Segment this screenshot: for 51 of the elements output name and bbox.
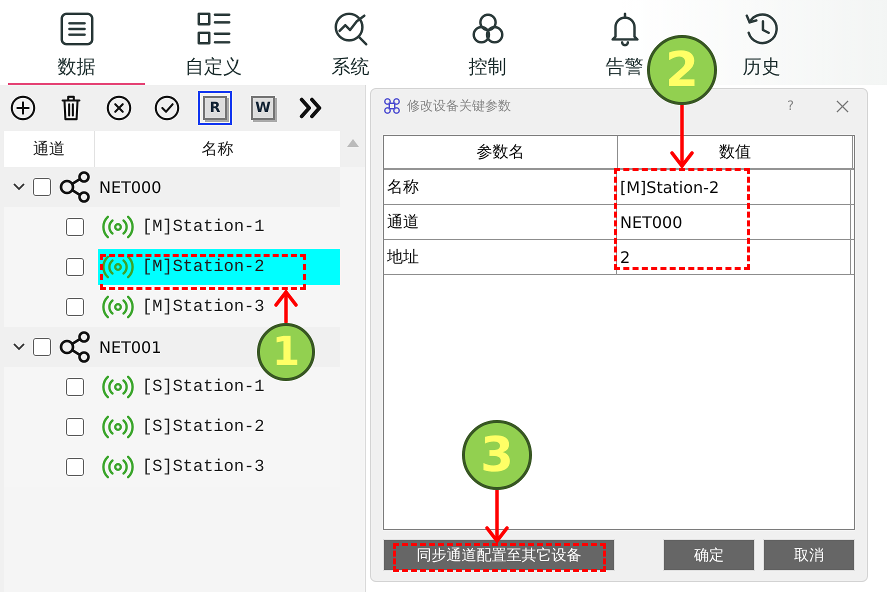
- close-icon[interactable]: [836, 100, 849, 112]
- nav-tab[interactable]: 控制: [468, 0, 506, 85]
- nav-tab[interactable]: 系统: [332, 0, 370, 85]
- toolbar-button[interactable]: W: [246, 91, 280, 125]
- callout-arrow: [485, 488, 509, 544]
- table-cell: 名称: [384, 170, 617, 204]
- window-title: 修改设备关键参数: [407, 98, 512, 115]
- device-item[interactable]: [M]Station-1: [98, 209, 340, 245]
- checkbox[interactable]: [66, 298, 84, 316]
- channel-name[interactable]: NET000: [99, 178, 162, 196]
- device-item[interactable]: [S]Station-3: [98, 449, 340, 485]
- caret-icon[interactable]: [13, 343, 25, 351]
- callout-arrow: [670, 103, 694, 169]
- signal-icon: [102, 375, 134, 399]
- list-icon: [58, 10, 96, 48]
- command-icon: [383, 97, 401, 115]
- device-item[interactable]: [M]Station-2: [98, 249, 340, 285]
- checkbox[interactable]: [66, 218, 84, 236]
- signal-icon: [102, 215, 134, 239]
- cancel-button[interactable]: 取消: [763, 539, 855, 571]
- signal-icon: [102, 295, 134, 319]
- table-cell: 通道: [384, 205, 617, 239]
- toolbar-button[interactable]: R: [198, 91, 232, 125]
- share-nodes-icon: [59, 331, 91, 363]
- table-cell[interactable]: NET000: [617, 205, 851, 239]
- device-item[interactable]: [M]Station-3: [98, 289, 340, 325]
- checkbox[interactable]: [66, 418, 84, 436]
- column-header: 数值: [618, 136, 853, 168]
- column-header: 参数名: [384, 136, 618, 168]
- table-cell[interactable]: [M]Station-2: [617, 170, 851, 204]
- table-cell: 地址: [384, 240, 617, 274]
- checkbox[interactable]: [66, 378, 84, 396]
- share-nodes-icon: [59, 171, 91, 203]
- device-item[interactable]: [S]Station-2: [98, 409, 340, 445]
- checkbox[interactable]: [66, 258, 84, 276]
- column-header[interactable]: 名称: [95, 131, 340, 167]
- checkbox[interactable]: [33, 178, 51, 196]
- signal-icon: [102, 455, 134, 479]
- caret-icon[interactable]: [13, 183, 25, 191]
- signal-icon: [102, 255, 134, 279]
- signal-icon: [102, 415, 134, 439]
- chart-search-icon: [332, 10, 370, 48]
- nav-tab[interactable]: 告警: [606, 0, 644, 85]
- callout-arrow: [274, 289, 298, 324]
- channel-name[interactable]: NET001: [99, 338, 162, 356]
- nav-tab[interactable]: 历史: [742, 0, 780, 85]
- checkbox[interactable]: [66, 458, 84, 476]
- nav-tab[interactable]: 自定义: [185, 0, 242, 85]
- ok-button[interactable]: 确定: [663, 539, 755, 571]
- table-cell[interactable]: 2: [617, 240, 851, 274]
- checkbox[interactable]: [33, 338, 51, 356]
